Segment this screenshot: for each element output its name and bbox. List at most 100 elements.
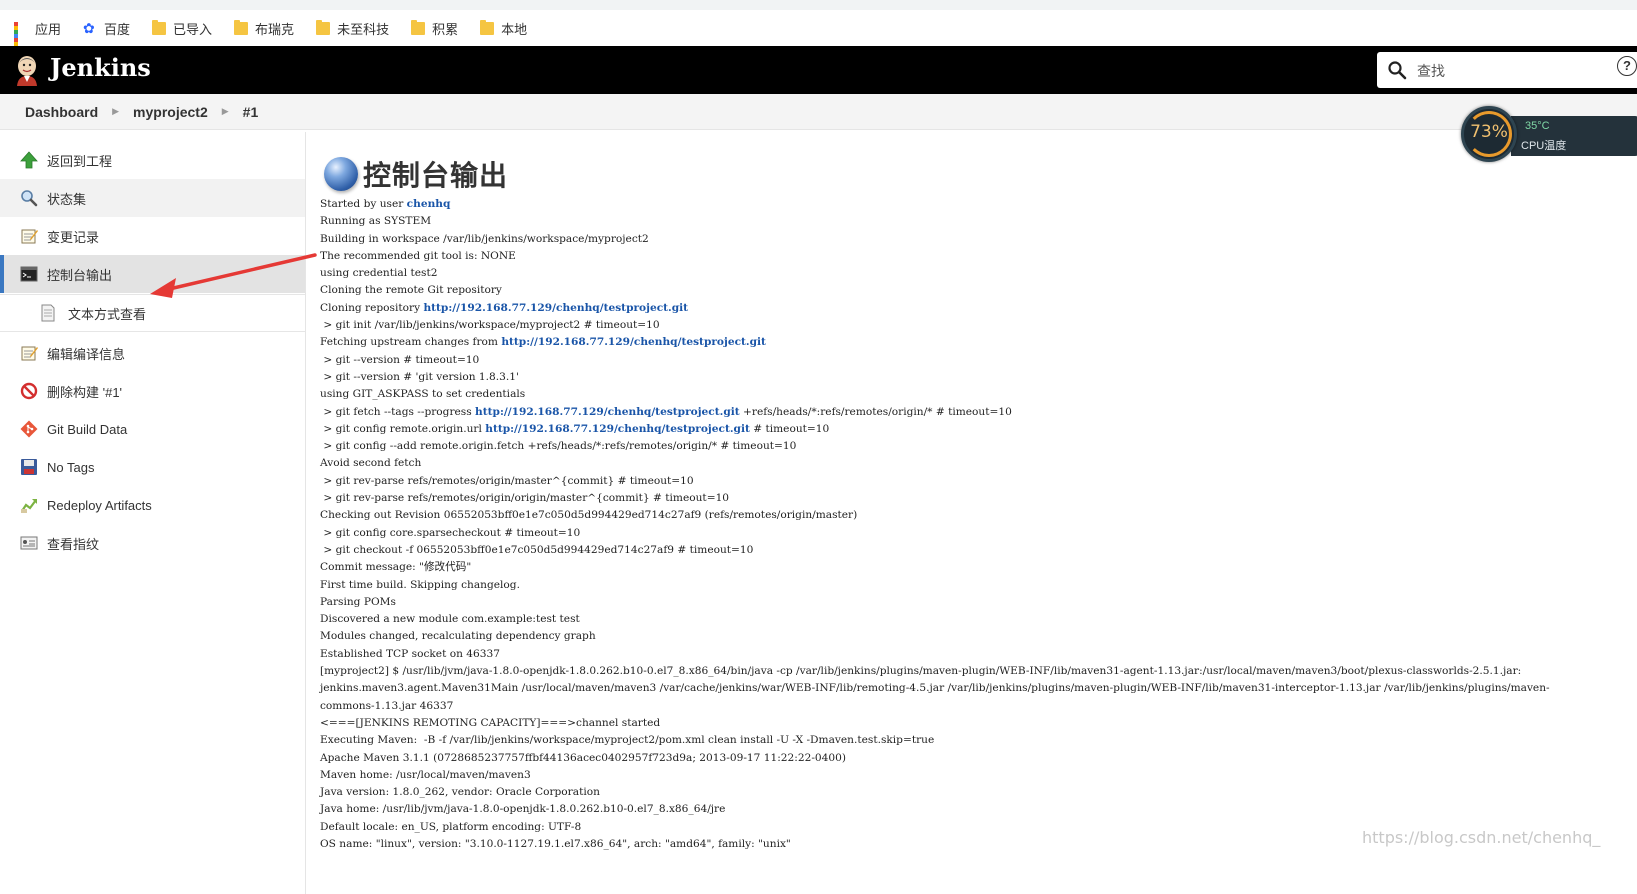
- console-line: > git --version # 'git version 1.8.3.1': [320, 369, 1550, 386]
- redeploy-icon: [19, 496, 39, 514]
- cpu-usage-percent: 73%: [1470, 122, 1508, 142]
- cpu-temperature-label: CPU温度: [1521, 140, 1567, 152]
- console-line: Maven home: /usr/local/maven/maven3: [320, 767, 1550, 784]
- sidebar-item-label: Git Build Data: [47, 421, 128, 437]
- console-text: > git --version # 'git version 1.8.3.1': [320, 370, 519, 383]
- console-line: The recommended git tool is: NONE: [320, 248, 1550, 265]
- console-text: jenkins.maven3.agent.Maven31Main /usr/lo…: [320, 682, 1550, 695]
- bookmark-label: 积累: [432, 21, 459, 37]
- sidebar-item-console-output[interactable]: 控制台输出: [0, 255, 305, 293]
- console-text: Java version: 1.8.0_262, vendor: Oracle …: [320, 786, 600, 799]
- up-arrow-icon: [19, 151, 39, 169]
- console-text: Started by user: [320, 198, 407, 210]
- main-panel: 控制台输出 Started by user chenhq Running as S…: [305, 132, 1637, 894]
- console-text: Cloning the remote Git repository: [320, 284, 502, 297]
- console-line: Java version: 1.8.0_262, vendor: Oracle …: [320, 784, 1550, 801]
- sidebar-item-label: No Tags: [47, 459, 95, 475]
- search-input[interactable]: [1415, 58, 1599, 84]
- bookmark-folder-jilei[interactable]: 积累: [411, 19, 458, 38]
- sidebar-item-view-as-plain-text[interactable]: 文本方式查看: [0, 294, 305, 332]
- floppy-icon: [19, 458, 39, 476]
- console-text: > git rev-parse refs/remotes/origin/mast…: [320, 474, 694, 487]
- bookmark-apps[interactable]: 应用: [14, 19, 61, 58]
- apps-grid-icon: [14, 21, 28, 58]
- console-text: Default locale: en_US, platform encoding…: [320, 820, 582, 833]
- bookmark-folder-brick[interactable]: 布瑞克: [234, 19, 294, 38]
- console-text: > git checkout -f 06552053bff0e1e7c050d5…: [320, 543, 754, 556]
- console-text: Fetching upstream changes from: [320, 336, 502, 349]
- page-title-text: 控制台输出: [363, 159, 509, 192]
- console-line: > git checkout -f 06552053bff0e1e7c050d5…: [320, 542, 1550, 559]
- git-icon: [19, 420, 39, 438]
- jenkins-brand[interactable]: Jenkins: [50, 53, 151, 83]
- document-icon: [38, 304, 58, 322]
- jenkins-butler-icon[interactable]: [14, 54, 40, 86]
- console-line: Avoid second fetch: [320, 455, 1550, 472]
- sidebar-item-redeploy-artifacts[interactable]: Redeploy Artifacts: [0, 486, 305, 524]
- console-line: > git init /var/lib/jenkins/workspace/my…: [320, 317, 1550, 334]
- breadcrumb-dashboard[interactable]: Dashboard: [25, 104, 98, 120]
- jenkins-header: Jenkins ?: [0, 46, 1637, 94]
- console-output: Started by user chenhq Running as SYSTEM B…: [320, 196, 1550, 853]
- console-text: Cloning repository: [320, 301, 424, 314]
- sidebar-item-label: 编辑编译信息: [47, 346, 126, 362]
- magnifier-icon: [19, 189, 39, 207]
- sidebar-item-delete-build[interactable]: 删除构建 '#1': [0, 372, 305, 410]
- bookmark-folder-imported[interactable]: 已导入: [152, 19, 212, 38]
- console-link[interactable]: http://192.168.77.129/chenhq/testproject…: [423, 302, 688, 314]
- console-line: > git fetch --tags --progress http://192…: [320, 404, 1550, 421]
- breadcrumb-build[interactable]: #1: [243, 104, 259, 120]
- folder-icon: [234, 19, 249, 35]
- sidebar-item-changes[interactable]: 变更记录: [0, 217, 305, 255]
- console-line: Established TCP socket on 46337: [320, 646, 1550, 663]
- console-line: Started by user chenhq: [320, 196, 1550, 213]
- console-text: +refs/heads/*:refs/remotes/origin/* # ti…: [739, 405, 1012, 418]
- bookmark-label: 已导入: [173, 21, 213, 37]
- console-line: First time build. Skipping changelog.: [320, 577, 1550, 594]
- console-line: Java home: /usr/lib/jvm/java-1.8.0-openj…: [320, 801, 1550, 818]
- sidebar-item-label: 返回到工程: [47, 153, 113, 169]
- bookmark-baidu[interactable]: ✿ 百度: [83, 19, 130, 38]
- page-title: 控制台输出: [324, 154, 508, 194]
- console-link[interactable]: http://192.168.77.129/chenhq/testproject…: [501, 336, 766, 348]
- console-link[interactable]: http://192.168.77.129/chenhq/testproject…: [485, 423, 750, 435]
- sidebar-item-label: 查看指纹: [47, 536, 100, 552]
- console-text: using GIT_ASKPASS to set credentials: [320, 388, 526, 401]
- bookmark-label: 百度: [104, 21, 131, 37]
- console-line: jenkins.maven3.agent.Maven31Main /usr/lo…: [320, 680, 1550, 697]
- console-line: Commit message: "修改代码": [320, 559, 1550, 576]
- sidebar-item-status[interactable]: 状态集: [0, 179, 305, 217]
- console-text: First time build. Skipping changelog.: [320, 578, 520, 591]
- console-line: Running as SYSTEM: [320, 213, 1550, 230]
- bookmark-folder-weizhi[interactable]: 未至科技: [316, 19, 389, 38]
- console-link[interactable]: chenhq: [407, 198, 451, 210]
- breadcrumb-project[interactable]: myproject2: [133, 104, 208, 120]
- folder-icon: [411, 19, 426, 35]
- sidebar-item-no-tags[interactable]: No Tags: [0, 448, 305, 486]
- sidebar-item-label: 文本方式查看: [68, 306, 147, 322]
- sidebar-item-edit-build-info[interactable]: 编辑编译信息: [0, 334, 305, 372]
- bookmark-label: 本地: [501, 21, 528, 37]
- console-text: > git rev-parse refs/remotes/origin/orig…: [320, 492, 730, 505]
- console-text: Building in workspace /var/lib/jenkins/w…: [320, 232, 649, 245]
- fingerprint-card-icon: [19, 534, 39, 552]
- sidebar-item-label: 控制台输出: [47, 267, 113, 283]
- search-box: [1377, 52, 1637, 88]
- cpu-temperature-widget[interactable]: 73% 35°C CPU温度: [1459, 104, 1637, 166]
- bookmark-label: 布瑞克: [255, 21, 295, 37]
- console-link[interactable]: http://192.168.77.129/chenhq/testproject…: [475, 406, 740, 418]
- blue-orb-icon: [324, 157, 358, 191]
- sidebar-item-fingerprints[interactable]: 查看指纹: [0, 524, 305, 562]
- console-line: Executing Maven: -B -f /var/lib/jenkins/…: [320, 732, 1550, 749]
- sidebar-item-git-build-data[interactable]: Git Build Data: [0, 410, 305, 448]
- console-text: Parsing POMs: [320, 595, 396, 608]
- console-line: > git rev-parse refs/remotes/origin/mast…: [320, 473, 1550, 490]
- sidebar-item-back-to-project[interactable]: 返回到工程: [0, 141, 305, 179]
- console-text: Discovered a new module com.example:test…: [320, 613, 580, 626]
- bookmark-folder-local[interactable]: 本地: [480, 19, 527, 38]
- help-icon[interactable]: ?: [1617, 56, 1637, 76]
- breadcrumb-separator-icon: ▶: [221, 106, 229, 116]
- console-line: Checking out Revision 06552053bff0e1e7c0…: [320, 507, 1550, 524]
- console-line: Cloning the remote Git repository: [320, 282, 1550, 299]
- console-text: Maven home: /usr/local/maven/maven3: [320, 768, 531, 781]
